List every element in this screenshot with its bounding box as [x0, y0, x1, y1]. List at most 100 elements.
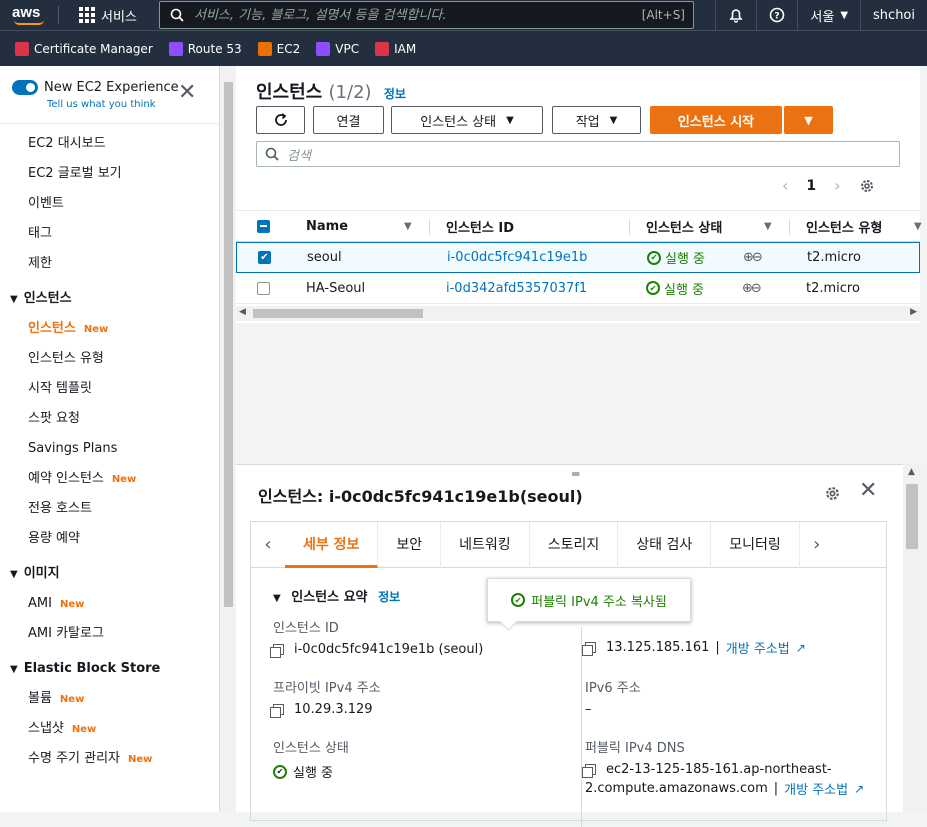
sidebar-item-volumes[interactable]: 볼륨 New [0, 684, 219, 714]
scroll-left-icon[interactable]: ◀ [239, 307, 246, 317]
select-all-checkbox[interactable] [257, 219, 270, 233]
row-checkbox[interactable] [257, 281, 270, 295]
table-row[interactable]: HA-Seoul i-0d342afd5357037f1 ✔ 실행 중 ⊕⊖ t2… [236, 273, 920, 304]
launch-instance-button[interactable]: 인스턴스 시작 [650, 106, 782, 134]
sort-icon[interactable]: ▼ [404, 221, 412, 232]
scroll-right-icon[interactable]: ▶ [910, 307, 917, 317]
account-menu[interactable]: shchoi [860, 0, 927, 30]
sidebar-item-instances[interactable]: 인스턴스 New [0, 314, 219, 344]
tab-security[interactable]: 보안 [378, 521, 442, 568]
favorite-route53[interactable]: Route 53 [168, 41, 242, 56]
caret-down-icon: ▼ [10, 294, 18, 305]
notifications-button[interactable] [715, 0, 756, 30]
gear-icon[interactable] [859, 178, 875, 194]
grid-icon [79, 7, 95, 23]
chevron-right-icon[interactable]: › [834, 176, 840, 195]
sidebar-item-lifecycle-manager[interactable]: 수명 주기 관리자 New [0, 744, 219, 774]
row-checkbox[interactable]: ✔ [258, 251, 271, 264]
sort-icon[interactable]: ▼ [914, 221, 922, 232]
aws-logo[interactable]: aws [0, 0, 58, 30]
chevron-right-icon[interactable]: › [800, 522, 834, 568]
sidebar-section-ebs[interactable]: ▼ Elastic Block Store [0, 653, 219, 684]
sidebar-section-images[interactable]: ▼ 이미지 [0, 558, 219, 589]
favorite-ec2[interactable]: EC2 [257, 41, 300, 56]
info-link[interactable]: 정보 [378, 590, 400, 604]
zoom-icons[interactable]: ⊕⊖ [742, 281, 762, 296]
launch-instance-dropdown[interactable]: ▼ [784, 106, 833, 134]
actions-button[interactable]: 작업 ▼ [552, 106, 641, 134]
region-selector[interactable]: 서울 ▼ [797, 0, 860, 30]
sidebar-item-global-view[interactable]: EC2 글로벌 보기 [0, 159, 219, 189]
main-content: 인스턴스 (1/2) 정보 연결 인스턴스 상태 ▼ 작업 ▼ 인스턴스 시작 ▼ … [236, 66, 927, 464]
search-input[interactable]: 검색 [287, 145, 311, 164]
zoom-icons[interactable]: ⊕⊖ [743, 250, 763, 265]
sidebar-scrollbar[interactable] [221, 66, 235, 812]
instance-id-link[interactable]: i-0d342afd5357037f1 [446, 281, 587, 296]
search-input[interactable] [184, 7, 642, 23]
sidebar-item-ami[interactable]: AMI New [0, 589, 219, 619]
sidebar-section-instances[interactable]: ▼ 인스턴스 [0, 283, 219, 314]
sidebar-item-launch-templates[interactable]: 시작 템플릿 [0, 374, 219, 404]
caret-down-icon: ▼ [10, 569, 18, 580]
column-instance-state[interactable]: 인스턴스 상태 [646, 217, 722, 236]
sidebar-item-instance-types[interactable]: 인스턴스 유형 [0, 344, 219, 374]
tab-monitoring[interactable]: 모니터링 [711, 521, 800, 568]
info-link[interactable]: 정보 [384, 87, 406, 101]
tab-details[interactable]: 세부 정보 [285, 521, 379, 568]
sidebar-item-tags[interactable]: 태그 [0, 219, 219, 249]
sidebar-item-capacity-reservations[interactable]: 용량 예약 [0, 524, 219, 554]
tab-status-checks[interactable]: 상태 검사 [618, 521, 712, 568]
copied-tooltip: ✔ 퍼블릭 IPv4 주소 복사됨 [487, 578, 691, 622]
pagination: ‹ 1 › [782, 176, 875, 195]
global-search[interactable]: [Alt+S] [159, 1, 694, 29]
sidebar-item-reserved-instances[interactable]: 예약 인스턴스 New [0, 464, 219, 494]
gear-icon[interactable] [824, 485, 841, 502]
page-number[interactable]: 1 [806, 178, 816, 194]
favorite-certificate-manager[interactable]: Certificate Manager [15, 41, 153, 56]
new-experience-toggle[interactable] [12, 80, 38, 95]
copy-icon[interactable] [582, 764, 596, 778]
scroll-up-icon[interactable]: ▲ [908, 467, 915, 477]
check-circle-icon: ✔ [647, 250, 661, 265]
connect-button[interactable]: 연결 [313, 106, 384, 134]
chevron-left-icon[interactable]: ‹ [782, 176, 788, 195]
chevron-left-icon[interactable]: ‹ [251, 522, 285, 568]
close-icon[interactable]: ✕ [859, 478, 877, 503]
sidebar-item-ami-catalog[interactable]: AMI 카탈로그 [0, 619, 219, 649]
column-name[interactable]: Name [306, 219, 348, 234]
copy-icon[interactable] [582, 642, 596, 656]
favorite-vpc[interactable]: VPC [316, 41, 359, 56]
svg-text:?: ? [775, 12, 780, 22]
column-instance-type[interactable]: 인스턴스 유형 [806, 217, 882, 236]
detail-tabs-container: ‹ 세부 정보 보안 네트워킹 스토리지 상태 검사 모니터링 › ▼ 인스턴스… [250, 521, 887, 827]
sidebar-item-limits[interactable]: 제한 [0, 249, 219, 279]
sort-icon[interactable]: ▼ [764, 221, 772, 232]
refresh-button[interactable] [256, 106, 305, 134]
sidebar-item-events[interactable]: 이벤트 [0, 189, 219, 219]
instance-search[interactable]: 검색 [256, 141, 900, 167]
table-row[interactable]: ✔ seoul i-0c0dc5fc941c19e1b ✔ 실행 중 ⊕⊖ t2.… [236, 242, 920, 273]
sidebar-item-spot-requests[interactable]: 스팟 요청 [0, 404, 219, 434]
open-address-link[interactable]: 개방 주소법 [726, 638, 790, 657]
instance-state-button[interactable]: 인스턴스 상태 ▼ [391, 106, 543, 134]
sidebar-item-snapshots[interactable]: 스냅샷 New [0, 714, 219, 744]
favorite-iam[interactable]: IAM [375, 41, 416, 56]
sidebar-item-dashboard[interactable]: EC2 대시보드 [0, 129, 219, 159]
copy-icon[interactable] [270, 644, 284, 658]
feedback-link[interactable]: Tell us what you think [47, 99, 156, 110]
tab-networking[interactable]: 네트워킹 [441, 521, 530, 568]
resize-handle[interactable]: ═ [572, 467, 579, 481]
sidebar-item-savings-plans[interactable]: Savings Plans [0, 434, 219, 464]
sidebar-item-dedicated-hosts[interactable]: 전용 호스트 [0, 494, 219, 524]
services-menu-button[interactable]: 서비스 [59, 0, 149, 30]
tab-storage[interactable]: 스토리지 [530, 521, 619, 568]
help-button[interactable]: ? [756, 0, 797, 30]
column-instance-id[interactable]: 인스턴스 ID [446, 217, 514, 236]
copy-icon[interactable] [270, 704, 284, 718]
detail-scrollbar[interactable]: ▲ [903, 464, 927, 812]
instance-id-link[interactable]: i-0c0dc5fc941c19e1b [447, 250, 587, 265]
open-address-link[interactable]: 개방 주소법 [784, 779, 848, 798]
table-horizontal-scrollbar[interactable]: ◀ ▶ [236, 306, 920, 321]
summary-section-header[interactable]: ▼ 인스턴스 요약 정보 [273, 586, 400, 605]
close-icon[interactable]: ✕ [178, 82, 196, 104]
